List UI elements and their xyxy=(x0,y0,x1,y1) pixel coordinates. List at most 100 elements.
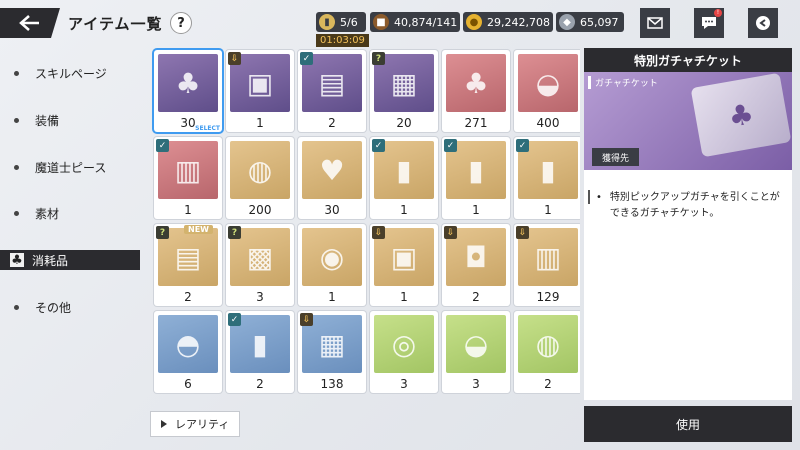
crystal-icon: ◆ xyxy=(559,14,575,30)
download-icon: ⇩ xyxy=(372,226,385,239)
sidebar-item-mage-piece[interactable]: 魔道士ピース xyxy=(0,157,140,177)
item-count: 138 xyxy=(320,377,344,391)
club-icon: ♣ xyxy=(10,252,24,268)
obtain-source-button[interactable]: 獲得先 xyxy=(592,148,640,166)
item-cell[interactable]: ▦ ⇩ 138 xyxy=(298,311,366,393)
check-icon: ✓ xyxy=(372,139,385,152)
check-icon: ✓ xyxy=(228,313,241,326)
item-cell[interactable]: ▮ ✓ 1 xyxy=(442,137,510,219)
top-bar: アイテム一覧 ? ▮ 5/6 01:03:09 ■ 40,874/141 ● 2… xyxy=(0,0,800,47)
gold-counter: ● 29,242,708 xyxy=(463,12,553,32)
mail-icon xyxy=(647,17,663,29)
item-count: 1 xyxy=(472,203,480,217)
bullet-icon xyxy=(14,210,19,216)
detail-hero: ガチャチケット ♣ 獲得先 xyxy=(584,72,792,170)
return-icon xyxy=(756,16,770,30)
ticket-icon: ♣ xyxy=(690,72,792,158)
desc-divider xyxy=(588,190,590,204)
check-icon: ✓ xyxy=(516,139,529,152)
item-count: 271 xyxy=(464,116,488,130)
blue-lantern-icon: ◉ xyxy=(302,228,362,286)
detail-title: 特別ガチャチケット xyxy=(584,48,792,72)
bullet-icon: • xyxy=(596,192,602,203)
new-badge: NEW xyxy=(184,225,213,234)
item-cell[interactable]: ▦? 20 xyxy=(370,50,438,132)
item-count: 30 xyxy=(324,203,340,217)
item-cell[interactable]: ◍ 2 xyxy=(514,311,580,393)
sidebar-item-equipment[interactable]: 装備 xyxy=(0,110,140,130)
check-icon: ✓ xyxy=(300,52,313,65)
item-cell[interactable]: ♣ 30 SELECT xyxy=(154,50,222,132)
lobster-plate-icon: ◍ xyxy=(230,141,290,199)
notification-badge: ! xyxy=(714,9,722,17)
item-count: 2 xyxy=(256,377,264,391)
item-cell[interactable]: ▣ ⇩ 1 xyxy=(226,50,294,132)
bullet-icon xyxy=(14,70,19,76)
item-count: 3 xyxy=(256,290,264,304)
use-button[interactable]: 使用 xyxy=(584,406,792,442)
item-cell[interactable]: ▮ ✓ 2 xyxy=(226,311,294,393)
item-cell[interactable]: ▥ ⇩ 129 xyxy=(514,224,580,306)
item-cell[interactable]: ♥ 30 xyxy=(298,137,366,219)
help-button[interactable]: ? xyxy=(170,12,192,34)
item-count: 20 xyxy=(396,116,412,130)
item-cell[interactable]: ◘ ⇩ 2 xyxy=(442,224,510,306)
sidebar-item-consumables[interactable]: ♣ 消耗品 xyxy=(0,250,140,270)
item-count: 3 xyxy=(400,377,408,391)
question-icon: ? xyxy=(228,226,241,239)
item-count: 2 xyxy=(184,290,192,304)
item-cell[interactable]: ▤? NEW 2 xyxy=(154,224,222,306)
select-tag: SELECT xyxy=(195,125,220,132)
stamina-icon: ▮ xyxy=(319,14,335,30)
item-cell[interactable]: ◒ 400 xyxy=(514,50,580,132)
gold-coin-icon: ● xyxy=(466,14,482,30)
sidebar-item-materials[interactable]: 素材 xyxy=(0,203,140,223)
item-cell[interactable]: ▩? 3 xyxy=(226,224,294,306)
item-cell[interactable]: ◉ 1 xyxy=(298,224,366,306)
item-cell[interactable]: ◍ 200 xyxy=(226,137,294,219)
item-cell[interactable]: ◓ 6 xyxy=(154,311,222,393)
stamina-counter: ▮ 5/6 xyxy=(316,12,366,32)
item-cell[interactable]: ◎ 3 xyxy=(370,311,438,393)
item-count: 1 xyxy=(400,203,408,217)
item-cell[interactable]: ▥ ✓ 1 xyxy=(154,137,222,219)
item-count: 2 xyxy=(472,290,480,304)
sidebar-item-skill-page[interactable]: スキルページ xyxy=(0,63,140,83)
item-cell[interactable]: ▮ ✓ 1 xyxy=(514,137,580,219)
question-icon: ? xyxy=(156,226,169,239)
sidebar-item-other[interactable]: その他 xyxy=(0,297,140,317)
download-icon: ⇩ xyxy=(444,226,457,239)
item-count: 200 xyxy=(248,203,272,217)
play-triangle-icon xyxy=(161,420,167,428)
item-detail-panel: 特別ガチャチケット ガチャチケット ♣ 獲得先 • 特別ピックアップガチャを引く… xyxy=(584,48,792,400)
item-count: 129 xyxy=(536,290,560,304)
item-cell[interactable]: ▤ ✓ 2 xyxy=(298,50,366,132)
item-cell[interactable]: ▮ ✓ 1 xyxy=(370,137,438,219)
item-description: • 特別ピックアップガチャを引くことができるガチャチケット。 xyxy=(592,190,788,222)
rarity-filter-button[interactable]: レアリティ xyxy=(150,411,240,437)
item-cell[interactable]: ♣ 271 xyxy=(442,50,510,132)
bullet-icon xyxy=(14,117,19,123)
mail-button[interactable] xyxy=(640,8,670,38)
item-count: 400 xyxy=(536,116,560,130)
item-cell[interactable]: ◒ 3 xyxy=(442,311,510,393)
check-icon: ✓ xyxy=(156,139,169,152)
item-cell[interactable]: ▣ ⇩ 1 xyxy=(370,224,438,306)
item-count: 1 xyxy=(256,116,264,130)
ticket-icon: ♣ xyxy=(158,54,218,112)
back-button[interactable] xyxy=(0,8,60,38)
item-count: 1 xyxy=(400,290,408,304)
fish-plate-icon: ◒ xyxy=(446,315,506,373)
chat-icon xyxy=(702,17,716,29)
download-icon: ⇩ xyxy=(300,313,313,326)
bullet-icon xyxy=(14,164,19,170)
item-count: 1 xyxy=(544,203,552,217)
meat-plate-icon: ◍ xyxy=(518,315,578,373)
detail-item-name: ガチャチケット xyxy=(588,76,658,89)
chest-icon: ■ xyxy=(373,14,389,30)
cupcake-icon: ♥ xyxy=(302,141,362,199)
home-button[interactable] xyxy=(748,8,778,38)
question-icon: ? xyxy=(372,52,385,65)
item-count: 6 xyxy=(184,377,192,391)
chat-button[interactable]: ! xyxy=(694,8,724,38)
